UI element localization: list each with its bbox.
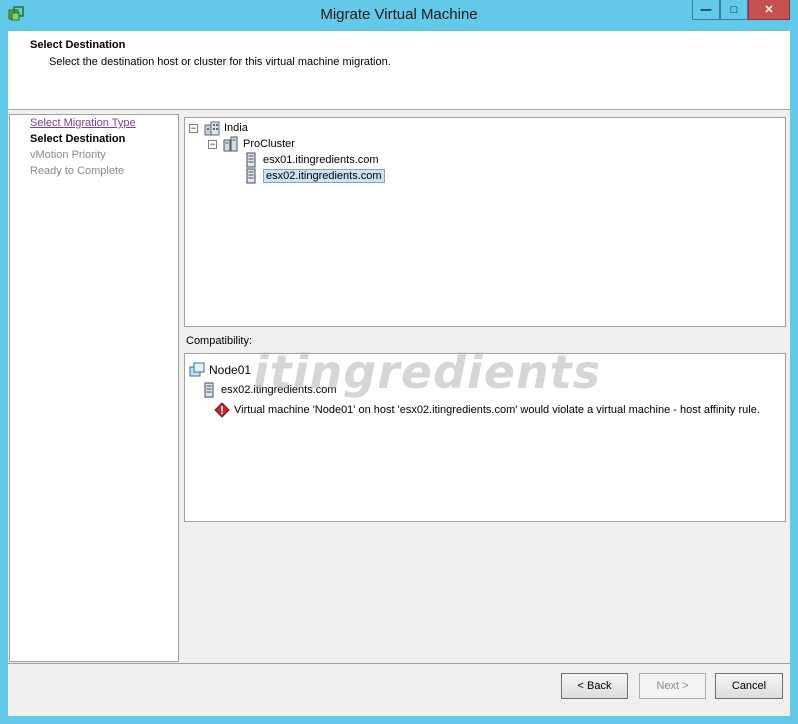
back-button[interactable]: < Back bbox=[561, 673, 628, 699]
compatibility-label: Compatibility: bbox=[186, 335, 253, 347]
cancel-button[interactable]: Cancel bbox=[715, 673, 783, 699]
header-subtitle: Select the destination host or cluster f… bbox=[49, 56, 391, 68]
error-icon bbox=[214, 402, 230, 418]
close-icon: ✕ bbox=[764, 4, 774, 16]
compat-vm-row: Node01 bbox=[189, 362, 251, 378]
cluster-icon bbox=[223, 136, 239, 152]
host-icon bbox=[243, 152, 259, 168]
compat-vm-label: Node01 bbox=[209, 363, 252, 377]
host-icon bbox=[201, 382, 217, 398]
wizard-steps: Select Migration Type Select Destination… bbox=[9, 114, 179, 662]
vm-icon bbox=[189, 362, 205, 378]
host-icon bbox=[243, 168, 259, 184]
step-vmotion-priority: vMotion Priority bbox=[30, 149, 106, 161]
step-ready-to-complete: Ready to Complete bbox=[30, 165, 125, 177]
maximize-icon: □ bbox=[730, 3, 738, 16]
inventory-tree[interactable]: − India − ProCluster esx01.itingredients… bbox=[184, 117, 786, 327]
tree-node-host[interactable]: esx01.itingredients.com bbox=[243, 152, 379, 168]
compat-error-message: Virtual machine 'Node01' on host 'esx02.… bbox=[234, 404, 760, 416]
header-title: Select Destination bbox=[30, 39, 126, 51]
compatibility-panel: Node01 esx02.itingredients.com Virtual m… bbox=[184, 353, 786, 522]
tree-label-host-selected[interactable]: esx02.itingredients.com bbox=[263, 169, 385, 183]
tree-label-host[interactable]: esx01.itingredients.com bbox=[263, 154, 379, 166]
tree-label-datacenter[interactable]: India bbox=[224, 122, 248, 134]
step-select-destination: Select Destination bbox=[30, 133, 126, 145]
footer-divider bbox=[8, 663, 790, 664]
maximize-button[interactable]: □ bbox=[720, 0, 748, 20]
tree-node-datacenter[interactable]: − India bbox=[189, 120, 248, 136]
minimize-button[interactable]: — bbox=[692, 0, 720, 20]
datacenter-icon bbox=[204, 120, 220, 136]
compat-host-label: esx02.itingredients.com bbox=[221, 384, 337, 396]
tree-label-cluster[interactable]: ProCluster bbox=[243, 138, 295, 150]
next-button[interactable]: Next > bbox=[639, 673, 706, 699]
collapse-icon[interactable]: − bbox=[189, 123, 198, 133]
step-select-migration-type[interactable]: Select Migration Type bbox=[30, 117, 136, 129]
collapse-icon[interactable]: − bbox=[208, 139, 217, 149]
tree-node-host-selected[interactable]: esx02.itingredients.com bbox=[243, 168, 385, 184]
tree-node-cluster[interactable]: − ProCluster bbox=[208, 136, 295, 152]
header-panel: Select Destination Select the destinatio… bbox=[8, 31, 790, 110]
compat-host-row: esx02.itingredients.com bbox=[201, 382, 337, 398]
compat-message-row: Virtual machine 'Node01' on host 'esx02.… bbox=[214, 402, 760, 418]
close-button[interactable]: ✕ bbox=[748, 0, 790, 20]
minimize-icon: — bbox=[700, 3, 712, 16]
window-title: Migrate Virtual Machine bbox=[320, 6, 478, 23]
